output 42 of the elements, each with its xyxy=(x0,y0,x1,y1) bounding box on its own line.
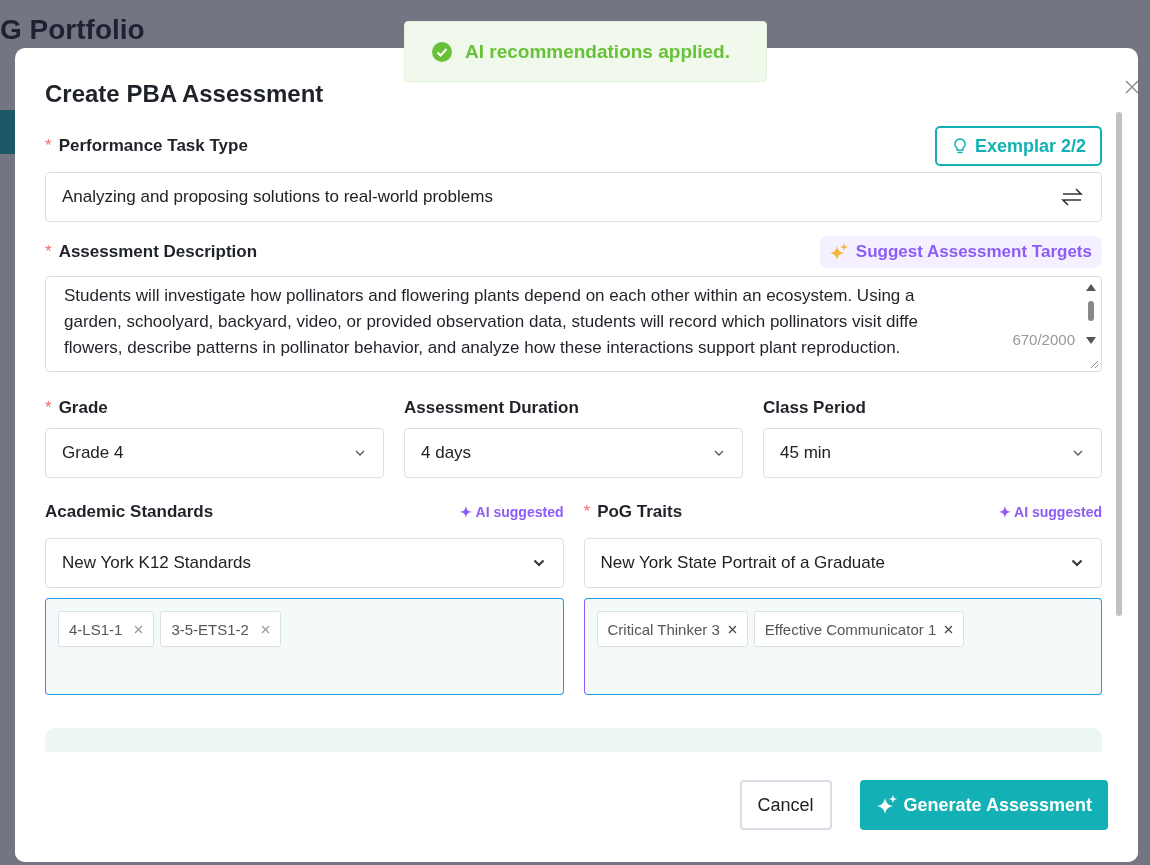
page-title: G Portfolio xyxy=(0,14,145,46)
chevron-down-icon xyxy=(714,450,724,456)
required-mark: * xyxy=(583,502,591,522)
cancel-button[interactable]: Cancel xyxy=(739,780,832,830)
tag-chip: Critical Thinker 3 xyxy=(596,611,748,647)
field-label: Assessment Duration xyxy=(404,398,579,418)
select-field[interactable]: New York K12 Standards xyxy=(45,538,564,588)
swap-icon[interactable] xyxy=(1061,187,1083,207)
toast-message: AI recommendations applied. xyxy=(465,40,730,63)
check-circle-icon xyxy=(431,40,453,63)
field-label: Performance Task Type xyxy=(58,136,248,156)
remove-icon[interactable] xyxy=(727,624,737,634)
ai-suggested-label: ✦ AI suggested xyxy=(460,504,564,520)
select-field[interactable]: Grade 4 xyxy=(45,428,384,478)
field-label: Academic Standards xyxy=(45,502,214,522)
field-label: Grade xyxy=(58,398,108,418)
dialog-title: Create PBA Assessment xyxy=(45,80,324,108)
tag-input-field[interactable]: Critical Thinker 3 Effective Communicator 1 xyxy=(583,598,1102,695)
description-textarea[interactable]: Students will investigate how pollinators and flowering plants depend on each other within an ecosystem. Using a garden, schoolyard, backyard, video, or provided observation data, students will record which pollinators visit diffe flowers, describe patterns in pollinator behavior, and analyze how these interactions support plant reproduction. 670/2000 xyxy=(45,276,1102,372)
select-field[interactable]: 4 days xyxy=(404,428,743,478)
task-type-field[interactable]: Analyzing and proposing solutions to real-world problems xyxy=(45,172,1102,222)
field-label: Assessment Description xyxy=(58,242,258,262)
chevron-down-icon xyxy=(532,559,545,567)
chevron-down-icon xyxy=(1073,450,1083,456)
select-field[interactable]: 45 min xyxy=(763,428,1102,478)
required-mark: * xyxy=(45,398,52,418)
tag-chip: 3-5-ETS1-2 xyxy=(160,611,281,647)
character-counter: 670/2000 xyxy=(1010,331,1077,348)
close-icon[interactable] xyxy=(1125,80,1138,94)
remove-icon[interactable] xyxy=(944,624,954,634)
field-label: Class Period xyxy=(763,398,866,418)
chevron-down-icon xyxy=(1071,559,1083,567)
field-label: PoG Traits xyxy=(597,502,683,522)
tag-chip: 4-LS1-1 xyxy=(58,611,155,647)
ai-suggested-label: ✦ AI suggested xyxy=(998,504,1102,520)
required-mark: * xyxy=(45,242,52,262)
sparkle-icon xyxy=(829,243,848,261)
required-mark: * xyxy=(45,136,52,156)
tag-chip: Effective Communicator 1 xyxy=(753,611,965,647)
suggest-targets-button[interactable]: Suggest Assessment Targets xyxy=(819,236,1102,268)
select-field[interactable]: New York State Portrait of a Graduate xyxy=(583,538,1102,588)
chevron-down-icon xyxy=(355,450,365,456)
